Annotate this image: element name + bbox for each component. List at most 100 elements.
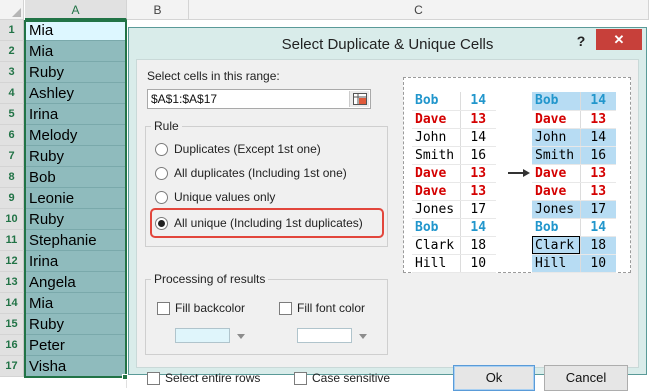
preview-name: Jones bbox=[412, 200, 460, 219]
row-header[interactable]: 7 bbox=[0, 146, 24, 167]
preview-panel: Bob 14 Dave 13 John 14 Smith 16 Dave 13 Dave 13 Jone… bbox=[403, 77, 631, 273]
preview-number: 14 bbox=[579, 218, 616, 237]
preview-name: Dave bbox=[532, 164, 580, 183]
preview-number: 13 bbox=[579, 182, 616, 201]
preview-name: Bob bbox=[412, 92, 460, 111]
row-header[interactable]: 8 bbox=[0, 167, 24, 188]
row-header[interactable]: 16 bbox=[0, 335, 24, 356]
range-select-button[interactable] bbox=[349, 91, 369, 107]
preview-number: 14 bbox=[459, 92, 496, 111]
cell[interactable]: Ruby bbox=[25, 146, 126, 167]
case-sensitive-checkbox[interactable] bbox=[294, 372, 307, 385]
preview-name: Dave bbox=[412, 110, 460, 129]
preview-name: Clark bbox=[412, 236, 460, 255]
range-label: Select cells in this range: bbox=[147, 69, 280, 83]
selected-rule-highlight bbox=[150, 208, 384, 238]
preview-name: John bbox=[532, 128, 580, 147]
column-header-c[interactable]: C bbox=[189, 0, 649, 20]
preview-number: 10 bbox=[579, 254, 616, 273]
rule-all-duplicates[interactable]: All duplicates (Including 1st one) bbox=[155, 164, 375, 182]
ok-button[interactable]: Ok bbox=[453, 365, 535, 391]
preview-name: Smith bbox=[532, 146, 580, 165]
preview-number: 18 bbox=[459, 236, 496, 255]
row-header[interactable]: 2 bbox=[0, 41, 24, 62]
radio-button[interactable] bbox=[155, 191, 168, 204]
select-all-corner[interactable] bbox=[0, 0, 24, 20]
preview-row: Smith 16 bbox=[532, 146, 616, 165]
preview-before-table: Bob 14 Dave 13 John 14 Smith 16 Dave 13 Dave 13 Jone… bbox=[412, 92, 496, 273]
preview-number: 13 bbox=[459, 164, 496, 183]
preview-number: 14 bbox=[459, 218, 496, 237]
dialog-title: Select Duplicate & Unique Cells bbox=[281, 36, 494, 53]
row-header[interactable]: 17 bbox=[0, 356, 24, 377]
cell[interactable]: Angela bbox=[25, 272, 126, 293]
row-header[interactable]: 6 bbox=[0, 125, 24, 146]
preview-name: Hill bbox=[412, 254, 460, 273]
radio-button[interactable] bbox=[155, 167, 168, 180]
row-header[interactable]: 11 bbox=[0, 230, 24, 251]
preview-number: 17 bbox=[459, 200, 496, 219]
preview-row: Hill 10 bbox=[412, 254, 496, 273]
cell[interactable]: Ashley bbox=[25, 83, 126, 104]
radio-label: Duplicates (Except 1st one) bbox=[174, 142, 321, 156]
cell[interactable]: Mia bbox=[25, 20, 126, 41]
row-header[interactable]: 5 bbox=[0, 104, 24, 125]
preview-row: Bob 14 bbox=[532, 92, 616, 111]
help-button[interactable]: ? bbox=[572, 32, 590, 50]
cell[interactable]: Ruby bbox=[25, 209, 126, 230]
row-header[interactable]: 9 bbox=[0, 188, 24, 209]
fill-font-color-checkbox[interactable] bbox=[279, 302, 292, 315]
preview-row: Hill 10 bbox=[532, 254, 616, 273]
cell[interactable]: Melody bbox=[25, 125, 126, 146]
preview-name: Dave bbox=[532, 110, 580, 129]
select-entire-rows-checkbox[interactable] bbox=[147, 372, 160, 385]
preview-number: 10 bbox=[459, 254, 496, 273]
preview-row: Dave 13 bbox=[532, 182, 616, 201]
preview-row: Clark 18 bbox=[532, 236, 616, 255]
grid-line bbox=[126, 20, 127, 388]
column-header-a[interactable]: A bbox=[25, 0, 127, 20]
row-header[interactable]: 3 bbox=[0, 62, 24, 83]
row-header[interactable]: 15 bbox=[0, 314, 24, 335]
row-header[interactable]: 14 bbox=[0, 293, 24, 314]
row-header[interactable]: 1 bbox=[0, 20, 24, 41]
cell[interactable]: Peter bbox=[25, 335, 126, 356]
row-header[interactable]: 10 bbox=[0, 209, 24, 230]
cell[interactable]: Ruby bbox=[25, 314, 126, 335]
preview-name: Dave bbox=[412, 182, 460, 201]
cell[interactable]: Visha bbox=[25, 356, 126, 377]
fill-backcolor-checkbox[interactable] bbox=[157, 302, 170, 315]
cell[interactable]: Irina bbox=[25, 251, 126, 272]
dialog-titlebar[interactable]: Select Duplicate & Unique Cells ? ✕ bbox=[129, 28, 646, 59]
cell[interactable]: Ruby bbox=[25, 62, 126, 83]
preview-number: 13 bbox=[579, 164, 616, 183]
range-input[interactable]: $A$1:$A$17 bbox=[147, 89, 371, 109]
preview-number: 14 bbox=[579, 128, 616, 147]
preview-number: 17 bbox=[579, 200, 616, 219]
range-picker-icon bbox=[352, 93, 367, 105]
preview-number: 13 bbox=[459, 110, 496, 129]
backcolor-picker[interactable] bbox=[173, 325, 251, 347]
cell[interactable]: Mia bbox=[25, 293, 126, 314]
radio-button[interactable] bbox=[155, 143, 168, 156]
preview-row: Jones 17 bbox=[532, 200, 616, 219]
rule-duplicates-except-first[interactable]: Duplicates (Except 1st one) bbox=[155, 140, 355, 158]
row-header[interactable]: 12 bbox=[0, 251, 24, 272]
cell[interactable]: Leonie bbox=[25, 188, 126, 209]
cell[interactable]: Stephanie bbox=[25, 230, 126, 251]
preview-row: Clark 18 bbox=[412, 236, 496, 255]
rule-legend: Rule bbox=[151, 119, 182, 133]
preview-row: Dave 13 bbox=[412, 110, 496, 129]
cancel-button[interactable]: Cancel bbox=[544, 365, 628, 391]
cell[interactable]: Bob bbox=[25, 167, 126, 188]
rule-unique-only[interactable]: Unique values only bbox=[155, 188, 315, 206]
dialog-body: Select cells in this range: $A$1:$A$17 R… bbox=[136, 59, 639, 391]
cell[interactable]: Irina bbox=[25, 104, 126, 125]
row-header[interactable]: 4 bbox=[0, 83, 24, 104]
preview-row: Dave 13 bbox=[412, 164, 496, 183]
cell[interactable]: Mia bbox=[25, 41, 126, 62]
row-header[interactable]: 13 bbox=[0, 272, 24, 293]
close-button[interactable]: ✕ bbox=[596, 29, 642, 50]
column-header-b[interactable]: B bbox=[127, 0, 189, 20]
font-color-picker[interactable] bbox=[295, 325, 373, 347]
